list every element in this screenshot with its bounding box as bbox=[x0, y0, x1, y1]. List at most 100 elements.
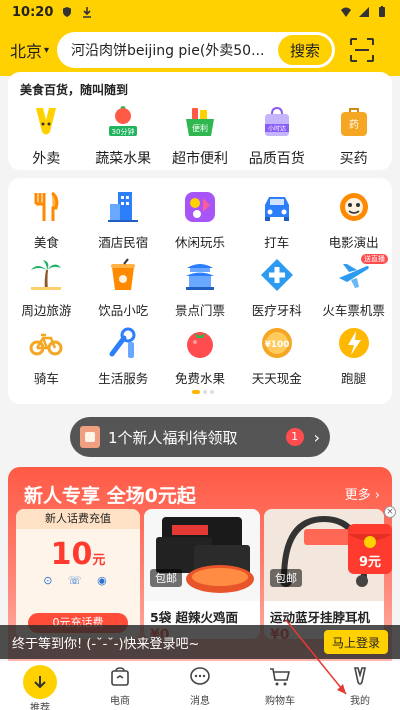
category-department[interactable]: 小时达 品质百货 bbox=[242, 106, 312, 168]
nav-shop[interactable]: 电商 bbox=[80, 661, 160, 710]
tools-icon bbox=[109, 327, 136, 358]
service-leisure[interactable]: 休闲玩乐 bbox=[162, 190, 239, 250]
wifi-icon bbox=[341, 7, 351, 17]
product-name: 5袋 超辣火鸡面 bbox=[150, 610, 239, 625]
shop-icon bbox=[111, 667, 129, 686]
new-user-welfare-bar[interactable]: 1个新人福利待领取 1 › bbox=[70, 417, 330, 457]
profile-icon bbox=[354, 667, 366, 685]
hotel-building-icon bbox=[108, 192, 139, 222]
medicine-box-icon: 药 bbox=[340, 108, 367, 136]
search-input[interactable]: 河沿肉饼beijing pie(外卖50... bbox=[71, 40, 278, 60]
category-badge: 小时达 bbox=[268, 125, 286, 133]
home-arrow-icon bbox=[23, 665, 57, 699]
coupon-amount: 10 bbox=[50, 537, 93, 572]
service-tickets[interactable]: 景点门票 bbox=[162, 258, 239, 318]
service-label: 休闲玩乐 bbox=[174, 235, 225, 250]
supermarket-basket-icon: 便利 bbox=[185, 108, 214, 136]
phone-credit-coupon[interactable]: 新人话费充值 10元 ⊙ ☏ ◉ 0元充话费 bbox=[16, 509, 140, 639]
search-button[interactable]: 搜索 bbox=[278, 35, 333, 65]
service-life[interactable]: 生活服务 bbox=[85, 326, 162, 386]
service-label: 骑车 bbox=[33, 371, 59, 386]
nav-messages[interactable]: 消息 bbox=[160, 661, 240, 710]
service-badge: ¥100 bbox=[264, 340, 289, 350]
service-train-flight[interactable]: 送直播 火车票机票 bbox=[315, 254, 392, 318]
service-taxi[interactable]: 打车 bbox=[238, 190, 315, 250]
vegetable-basket-icon: 30分钟 bbox=[109, 106, 138, 136]
service-label: 周边旅游 bbox=[21, 303, 72, 318]
download-icon bbox=[83, 7, 92, 18]
service-label: 天天现金 bbox=[251, 371, 302, 386]
category-supermarket[interactable]: 便利 超市便利 bbox=[165, 106, 235, 168]
chat-icon bbox=[190, 667, 210, 685]
category-card: 美食百货，随叫随到 外卖 30分钟 蔬菜水果 便利 超市便利 小时达 品质百货 … bbox=[8, 72, 392, 170]
service-label: 景点门票 bbox=[174, 303, 225, 318]
login-button[interactable]: 马上登录 bbox=[324, 630, 388, 654]
category-badge: 便利 bbox=[192, 123, 208, 133]
category-badge: 30分钟 bbox=[112, 127, 135, 136]
login-banner: 终于等到你! (-˘-˘-)快来登录吧~ 马上登录 bbox=[0, 625, 400, 659]
city-label: 北京 bbox=[10, 42, 43, 61]
services-card: 美食 酒店民宿 休闲玩乐 打车 电影演出 周边旅游 饮品小吃 景点门票 医疗牙科… bbox=[8, 178, 392, 404]
service-label: 饮品小吃 bbox=[98, 303, 149, 318]
red-packet-icon[interactable]: 9元 bbox=[346, 516, 394, 576]
nav-label: 我的 bbox=[350, 696, 370, 707]
service-medical[interactable]: 医疗牙科 bbox=[238, 258, 315, 318]
service-label: 打车 bbox=[264, 235, 290, 250]
product-card[interactable]: 包邮 5袋 超辣火鸡面 ¥0 bbox=[144, 509, 260, 639]
service-food[interactable]: 美食 bbox=[8, 190, 85, 250]
nav-recommend[interactable]: 推荐 bbox=[0, 661, 80, 710]
car-icon bbox=[264, 197, 289, 221]
service-badge: 送直播 bbox=[361, 254, 388, 264]
service-label: 火车票机票 bbox=[322, 303, 385, 318]
promo-title: 新人专享 全场0元起 bbox=[24, 485, 196, 507]
service-label: 生活服务 bbox=[98, 371, 149, 386]
clock: 10:20 bbox=[12, 4, 54, 20]
service-daily-cash[interactable]: ¥100 天天现金 bbox=[238, 326, 315, 386]
page-indicator bbox=[192, 390, 214, 394]
service-travel[interactable]: 周边旅游 bbox=[8, 258, 85, 318]
service-free-fruit[interactable]: 免费水果 bbox=[162, 326, 239, 386]
nav-label: 购物车 bbox=[265, 696, 295, 707]
leisure-icon bbox=[184, 192, 215, 222]
fork-knife-icon bbox=[34, 191, 59, 221]
service-bike[interactable]: 骑车 bbox=[8, 326, 85, 386]
bicycle-icon bbox=[29, 333, 63, 356]
coupon-head: 新人话费充值 bbox=[16, 509, 140, 529]
service-errand[interactable]: 跑腿 bbox=[315, 326, 392, 386]
gift-icon bbox=[80, 426, 100, 448]
runner-icon bbox=[338, 328, 369, 358]
page-dot bbox=[192, 390, 200, 394]
search-box[interactable]: 河沿肉饼beijing pie(外卖50... 搜索 bbox=[57, 32, 336, 68]
scan-icon[interactable] bbox=[349, 37, 375, 63]
shopping-bag-icon: 小时达 bbox=[264, 106, 289, 136]
nav-profile[interactable]: 我的 bbox=[320, 661, 400, 710]
service-label: 跑腿 bbox=[341, 371, 367, 386]
waimai-mascot-icon bbox=[36, 108, 57, 135]
free-shipping-tag: 包邮 bbox=[270, 569, 302, 587]
category-card-title: 美食百货，随叫随到 bbox=[20, 83, 129, 97]
product-name: 运动蓝牙挂脖耳机 bbox=[270, 610, 371, 625]
tomato-icon bbox=[186, 332, 213, 358]
service-hotel[interactable]: 酒店民宿 bbox=[85, 190, 162, 250]
service-movie[interactable]: 电影演出 bbox=[315, 190, 392, 250]
category-vegetables[interactable]: 30分钟 蔬菜水果 bbox=[88, 106, 158, 168]
nav-cart[interactable]: 购物车 bbox=[240, 661, 320, 710]
category-label: 蔬菜水果 bbox=[95, 151, 152, 167]
category-medicine[interactable]: 药 买药 bbox=[319, 106, 389, 168]
nav-label: 消息 bbox=[190, 696, 210, 707]
service-label: 医疗牙科 bbox=[251, 303, 302, 318]
movie-icon bbox=[339, 193, 368, 221]
drink-cup-icon bbox=[111, 258, 136, 290]
carrier-logos: ⊙ ☏ ◉ bbox=[43, 574, 113, 587]
shield-icon bbox=[63, 7, 72, 17]
chevron-right-icon: › bbox=[313, 427, 320, 447]
city-selector[interactable]: 北京 ▾ bbox=[10, 38, 49, 62]
service-label: 美食 bbox=[33, 235, 59, 250]
category-waimai[interactable]: 外卖 bbox=[11, 106, 81, 168]
chevron-down-icon: ▾ bbox=[44, 44, 50, 56]
free-shipping-tag: 包邮 bbox=[150, 569, 182, 587]
login-prompt-text: 终于等到你! (-˘-˘-)快来登录吧~ bbox=[12, 636, 200, 652]
service-drinks[interactable]: 饮品小吃 bbox=[85, 258, 162, 318]
promo-more-link[interactable]: 更多 › bbox=[345, 484, 380, 503]
category-label: 买药 bbox=[339, 151, 368, 167]
